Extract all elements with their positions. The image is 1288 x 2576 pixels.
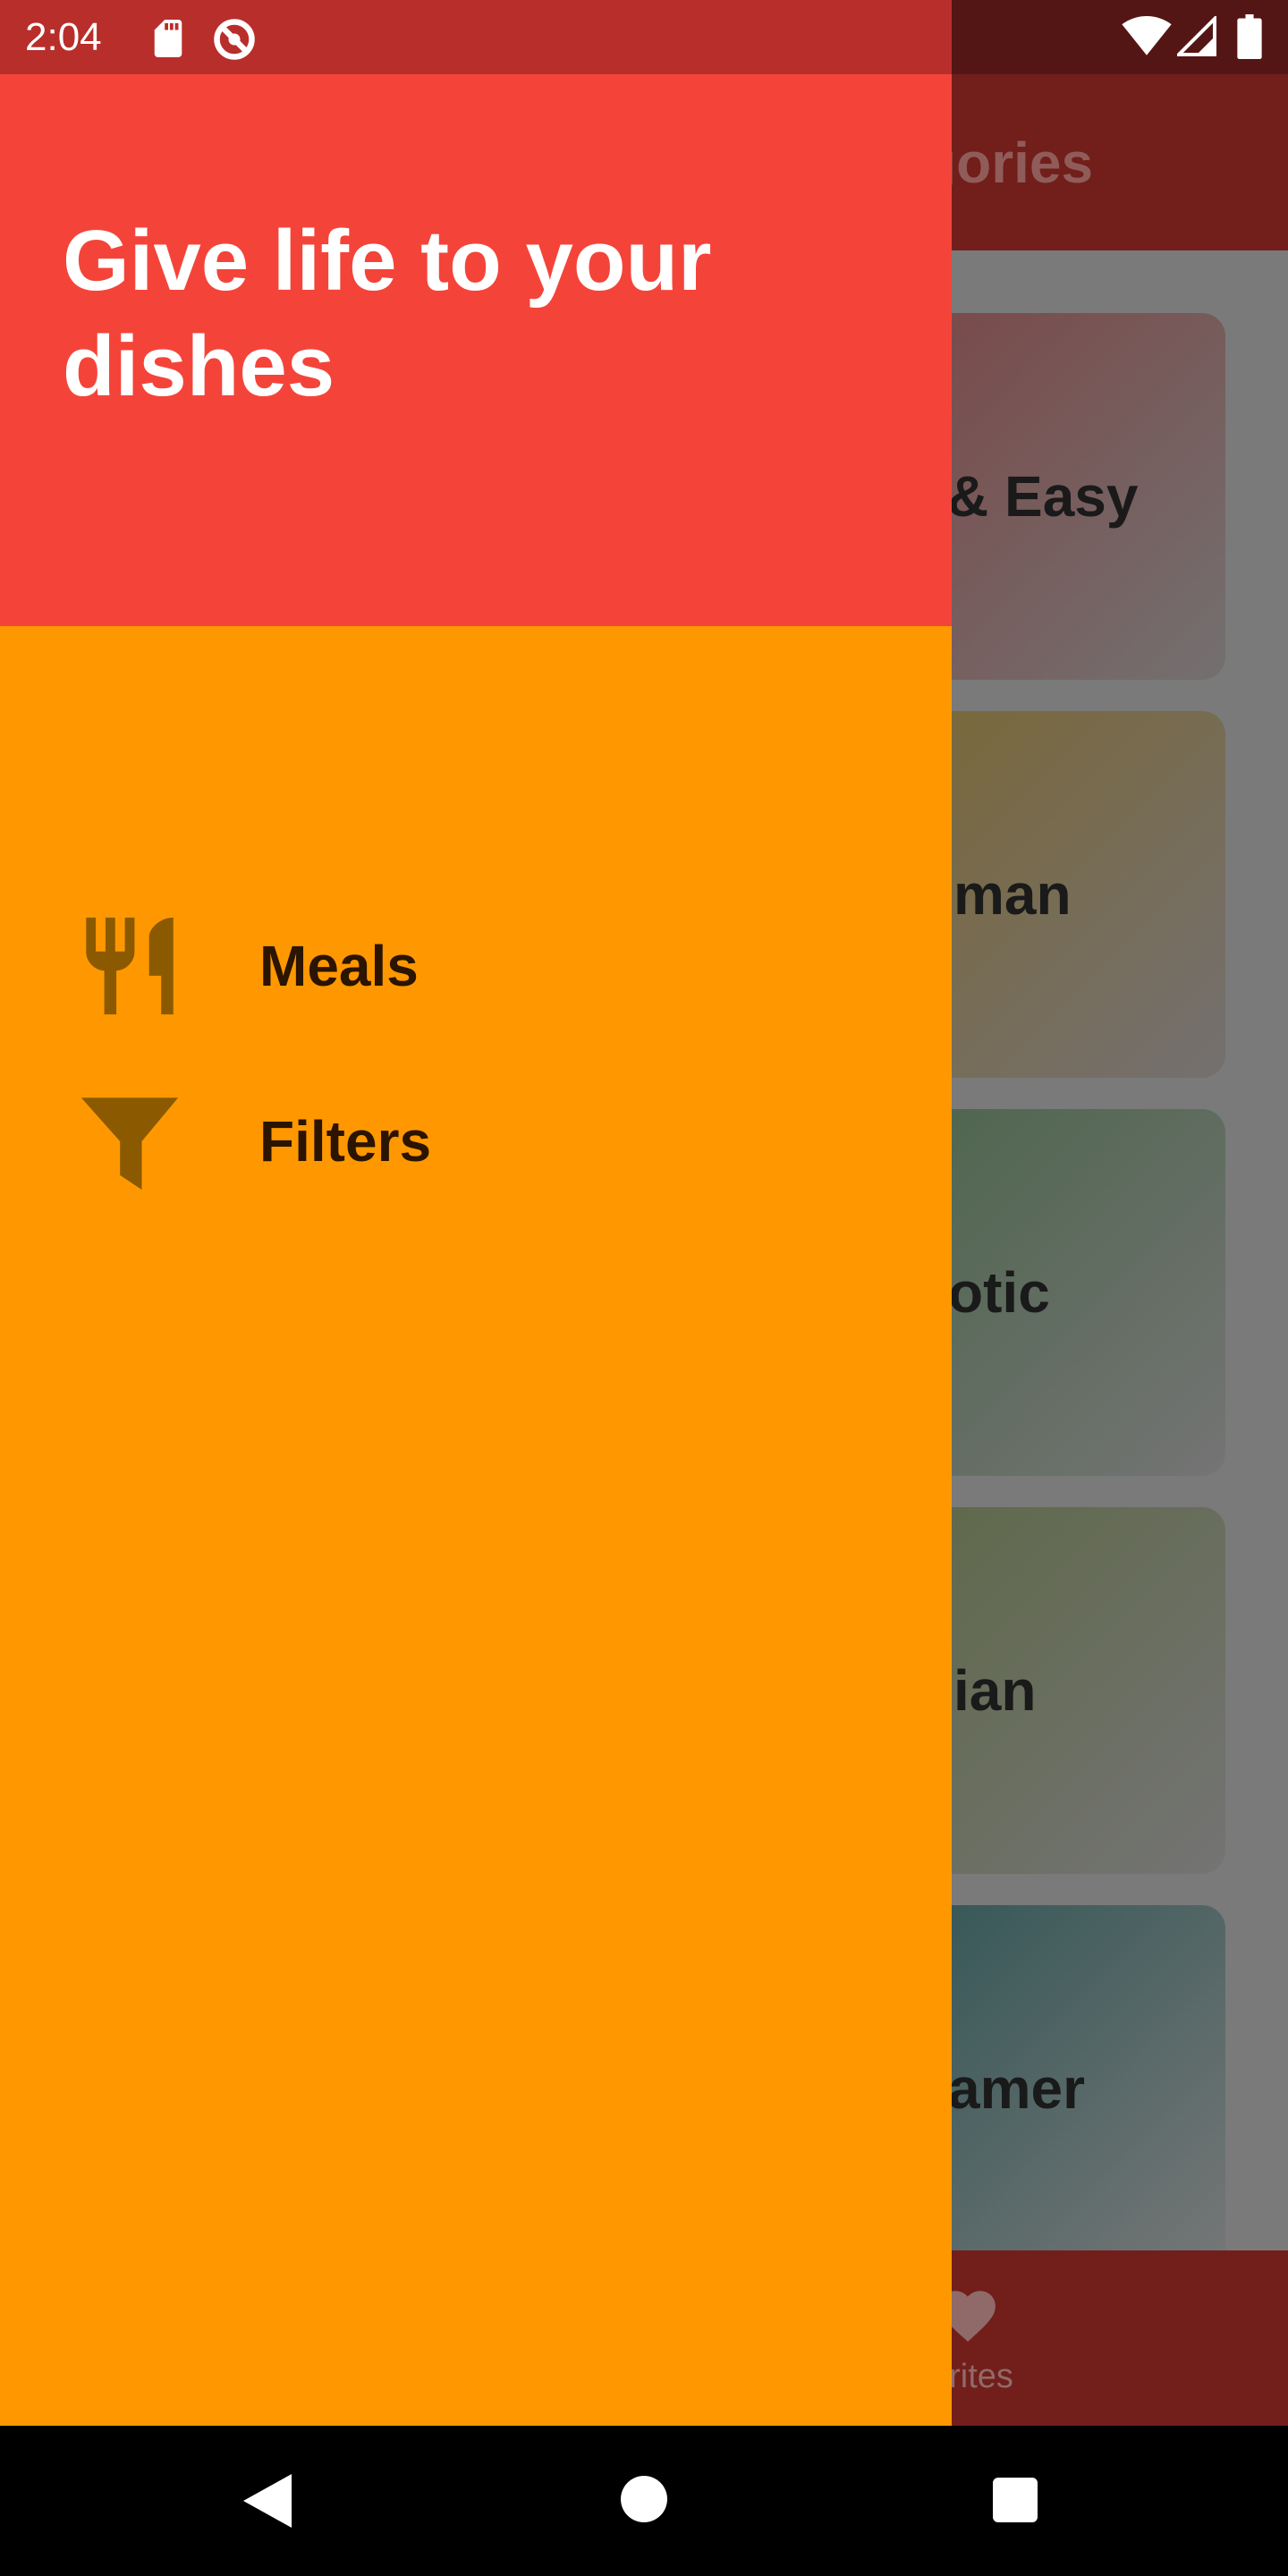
restaurant-icon xyxy=(86,917,174,1015)
drawer-item-label: Meals xyxy=(259,934,419,998)
category-label: ian xyxy=(953,1658,1037,1723)
sd-card-icon xyxy=(154,20,182,57)
drawer-item-filters[interactable]: Filters xyxy=(0,1061,952,1222)
filter-icon xyxy=(80,1097,179,1191)
drawer-header: Give life to your dishes xyxy=(0,74,952,626)
navigation-drawer: Give life to your dishes Meals Filters xyxy=(0,74,952,2426)
drawer-item-label: Filters xyxy=(259,1109,432,1174)
drawer-item-meals[interactable]: Meals xyxy=(0,886,952,1046)
battery-icon xyxy=(1237,14,1262,59)
status-bar: 2:04 xyxy=(0,0,1288,74)
category-label: man xyxy=(953,862,1072,927)
category-label: otic xyxy=(948,1260,1050,1325)
home-icon[interactable] xyxy=(621,2476,667,2522)
wifi-icon xyxy=(1122,16,1172,55)
recents-icon[interactable] xyxy=(993,2478,1038,2522)
drawer-header-title: Give life to your dishes xyxy=(63,213,712,414)
back-icon[interactable] xyxy=(243,2474,292,2528)
status-bar-drawer-section xyxy=(0,0,952,74)
status-time: 2:04 xyxy=(25,14,102,59)
category-label: amer xyxy=(948,2056,1085,2121)
sync-icon xyxy=(214,19,255,60)
category-label: & Easy xyxy=(947,464,1139,529)
cell-signal-icon xyxy=(1177,16,1216,56)
